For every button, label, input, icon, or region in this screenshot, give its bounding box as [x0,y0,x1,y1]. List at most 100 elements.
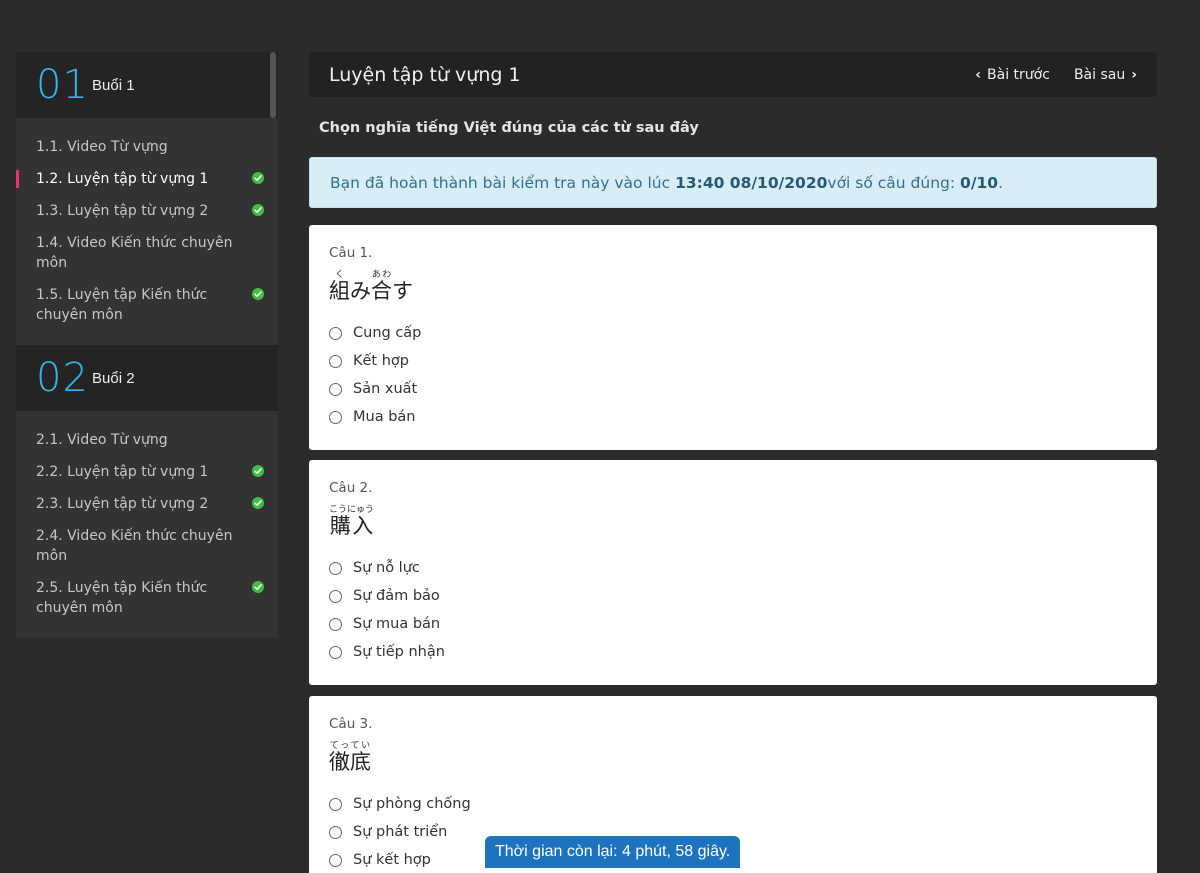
radio-icon[interactable] [329,797,342,811]
check-circle-icon [252,288,264,300]
alert-prefix: Bạn đã hoàn thành bài kiểm tra này vào l… [330,173,671,192]
answer-option[interactable]: Sự phòng chống [329,790,1137,818]
sidebar-lesson-item[interactable]: 2.4. Video Kiến thức chuyên môn [16,520,278,572]
alert-middle: với số câu đúng: [827,173,956,192]
sidebar-lesson-item[interactable]: 1.4. Video Kiến thức chuyên môn [16,227,278,279]
radio-icon[interactable] [329,825,342,839]
word-segment: 購入こうにゅう [329,505,374,540]
option-label: Sự kết hợp [353,852,431,868]
answer-option[interactable]: Sự nỗ lực [329,554,1137,582]
lesson-label: 1.2. Luyện tập từ vựng 1 [36,171,209,187]
furigana: てってい [329,741,371,751]
lesson-label: 2.4. Video Kiến thức chuyên môn [36,528,233,564]
lesson-label: 2.3. Luyện tập từ vựng 2 [36,496,209,512]
completion-alert: Bạn đã hoàn thành bài kiểm tra này vào l… [309,157,1157,208]
answer-option[interactable]: Sản xuất [329,375,1137,403]
sidebar-lesson-item[interactable]: 2.3. Luyện tập từ vựng 2 [16,488,278,520]
sidebar-lesson-item[interactable]: 2.1. Video Từ vựng [16,424,278,456]
answer-option[interactable]: Sự tiếp nhận [329,638,1137,666]
question-word: 徹底てってい [329,736,1137,776]
question-number: Câu 1. [329,245,373,261]
radio-icon[interactable] [329,589,342,603]
sidebar-lesson-item[interactable]: 1.1. Video Từ vựng [16,131,278,163]
instruction-text: Chọn nghĩa tiếng Việt đúng của các từ sa… [319,120,699,136]
lesson-label: 2.2. Luyện tập từ vựng 1 [36,464,209,480]
check-circle-icon [252,465,264,477]
alert-suffix: . [998,173,1004,192]
timer-badge: Thời gian còn lại: 4 phút, 58 giây. [485,836,741,868]
answer-option[interactable]: Mua bán [329,403,1137,431]
kanji-base: 合 [371,279,392,303]
radio-icon[interactable] [329,853,342,867]
check-circle-icon [252,204,264,216]
kanji-base: す [392,279,413,303]
answer-option[interactable]: Sự đảm bảo [329,582,1137,610]
radio-icon[interactable] [329,645,342,659]
word-segment: み [350,275,371,305]
question-number: Câu 3. [329,716,373,732]
radio-icon[interactable] [329,382,342,396]
lesson-label: 1.5. Luyện tập Kiến thức chuyên môn [36,287,208,323]
option-label: Mua bán [353,409,416,425]
session-title: Buổi 2 [92,369,135,387]
prev-lesson-button[interactable]: ‹ Bài trước [975,67,1050,83]
radio-icon[interactable] [329,326,342,340]
radio-icon[interactable] [329,410,342,424]
session-list: 01 Buổi 1 1.1. Video Từ vựng 1.2. Luyện tập… [16,52,278,638]
sidebar-lesson-item[interactable]: 2.2. Luyện tập từ vựng 1 [16,456,278,488]
question-card: Câu 2. 購入こうにゅう Sự nỗ lực Sự đảm bảo Sự mua b… [309,460,1157,685]
session-number: 02 [36,355,89,401]
option-label: Sự mua bán [353,616,441,632]
sidebar-lesson-item[interactable]: 2.5. Luyện tập Kiến thức chuyên môn [16,572,278,624]
option-label: Sản xuất [353,381,418,397]
option-label: Sự nỗ lực [353,560,420,576]
sidebar-scrollbar[interactable] [270,52,276,118]
lesson-label: 2.1. Video Từ vựng [36,432,168,448]
session-header[interactable]: 02 Buổi 2 [16,345,278,411]
lesson-list: 1.1. Video Từ vựng 1.2. Luyện tập từ vựng… [16,118,278,345]
option-label: Sự phòng chống [353,796,471,812]
answer-option[interactable]: Cung cấp [329,319,1137,347]
check-circle-icon [252,172,264,184]
furigana: あわ [371,270,392,280]
next-lesson-button[interactable]: Bài sau › [1074,67,1137,83]
answer-options: Sự nỗ lực Sự đảm bảo Sự mua bán Sự tiếp nhậ… [329,554,1137,666]
session-title: Buổi 1 [92,76,135,94]
furigana: こうにゅう [329,505,375,515]
sidebar-lesson-item[interactable]: 1.5. Luyện tập Kiến thức chuyên môn [16,279,278,331]
question-word: 購入こうにゅう [329,500,1137,540]
lesson-label: 1.4. Video Kiến thức chuyên môn [36,235,233,271]
lesson-label: 1.1. Video Từ vựng [36,139,168,155]
radio-icon[interactable] [329,617,342,631]
word-segment: 組く [329,270,350,305]
kanji-base: 購入 [329,514,375,538]
answer-options: Cung cấp Kết hợp Sản xuất Mua bán [329,319,1137,431]
sidebar-lesson-item[interactable]: 1.3. Luyện tập từ vựng 2 [16,195,278,227]
option-label: Sự tiếp nhận [353,644,445,660]
chevron-left-icon: ‹ [975,66,982,83]
alert-score: 0/10 [960,173,999,192]
prev-lesson-label: Bài trước [987,66,1050,83]
page-title: Luyện tập từ vựng 1 [329,63,521,86]
sidebar-lesson-item[interactable]: 1.2. Luyện tập từ vựng 1 [16,163,278,195]
radio-icon[interactable] [329,354,342,368]
session-header[interactable]: 01 Buổi 1 [16,52,278,118]
furigana: く [329,270,350,280]
radio-icon[interactable] [329,561,342,575]
lesson-header: Luyện tập từ vựng 1 ‹ Bài trước Bài sau … [309,52,1157,97]
check-circle-icon [252,581,264,593]
session-number: 01 [36,62,89,108]
question-word: 組くみ合あわす [329,265,1137,305]
word-segment: す [392,275,413,305]
answer-option[interactable]: Kết hợp [329,347,1137,375]
word-segment: 合あわ [371,270,392,305]
question-number: Câu 2. [329,480,373,496]
sidebar: 01 Buổi 1 1.1. Video Từ vựng 1.2. Luyện tập… [16,52,278,638]
question-card: Câu 1. 組くみ合あわす Cung cấp Kết hợp Sản xuất Mua … [309,225,1157,450]
lesson-label: 1.3. Luyện tập từ vựng 2 [36,203,209,219]
answer-option[interactable]: Sự mua bán [329,610,1137,638]
alert-time: 13:40 08/10/2020 [675,173,828,192]
chevron-right-icon: › [1131,66,1137,83]
option-label: Sự đảm bảo [353,588,440,604]
kanji-base: み [350,279,371,303]
